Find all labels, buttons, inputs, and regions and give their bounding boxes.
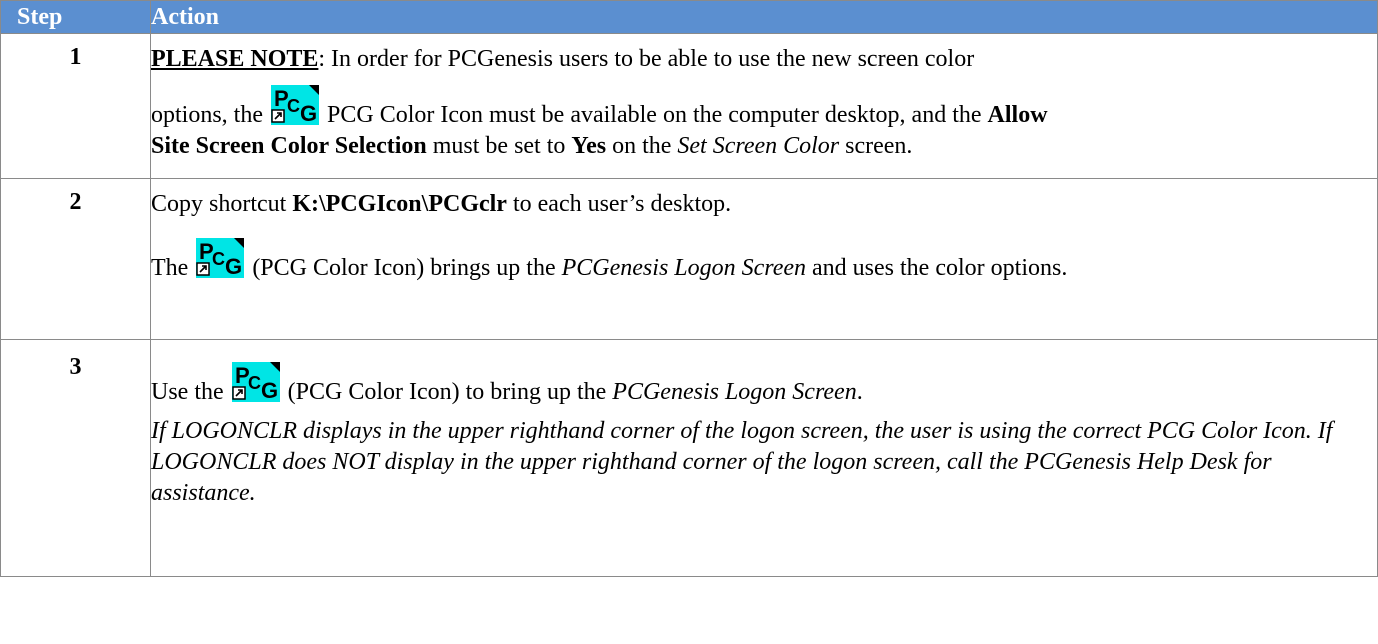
step2-italic-logon: PCGenesis Logon Screen <box>561 255 807 281</box>
steps-table: Step Action 1 PLEASE NOTE: In order for … <box>0 0 1378 577</box>
step1-paragraph: PLEASE NOTE: In order for PCGenesis user… <box>151 44 1377 75</box>
step2-paragraph-a: Copy shortcut K:\PCGIcon\PCGclr to each … <box>151 189 1377 220</box>
step2-text-d: (PCG Color Icon) brings up the <box>246 255 562 281</box>
table-row: 1 PLEASE NOTE: In order for PCGenesis us… <box>0 33 1378 179</box>
step1-text-e: on the <box>606 133 678 159</box>
step3-text-a: Use the <box>151 379 230 405</box>
step1-bold-setting: Site Screen Color Selection <box>151 133 427 159</box>
step1-bold-yes: Yes <box>571 133 607 159</box>
table-row: 2 Copy shortcut K:\PCGIcon\PCGclr to eac… <box>0 178 1378 340</box>
svg-text:C: C <box>248 373 261 393</box>
pcg-color-icon: PCG <box>196 238 245 278</box>
step2-text-c: The <box>151 255 195 281</box>
step1-text-a: : In order for PCGenesis users to be abl… <box>318 46 975 72</box>
table-header-row: Step Action <box>0 0 1378 34</box>
svg-text:G: G <box>261 378 278 402</box>
step2-text-a: Copy shortcut <box>151 191 293 217</box>
step3-paragraph-b: If LOGONCLR displays in the upper righth… <box>151 416 1377 509</box>
step3-text-c: . <box>856 379 863 405</box>
step-number-cell: 3 <box>0 339 151 577</box>
step1-text-b: options, the <box>151 102 269 128</box>
pcg-color-icon: PCG <box>231 362 280 402</box>
shortcut-path: K:\PCGIcon\PCGclr <box>292 191 507 217</box>
step3-paragraph-a: Use the PCG (PCG Color Icon) to bring up… <box>151 362 1377 408</box>
column-header-action: Action <box>150 0 1378 34</box>
step1-text-f: screen. <box>839 133 913 159</box>
svg-text:G: G <box>225 254 242 278</box>
step1-text-d: must be set to <box>426 133 572 159</box>
step-number: 3 <box>69 354 82 380</box>
action-cell: Use the PCG (PCG Color Icon) to bring up… <box>150 339 1378 577</box>
step1-paragraph-cont: options, the PCG PCG Color Icon must be … <box>151 85 1377 162</box>
svg-text:C: C <box>287 96 300 116</box>
step3-text-b: (PCG Color Icon) to bring up the <box>281 379 613 405</box>
step3-italic-logon: PCGenesis Logon Screen <box>612 379 857 405</box>
step1-italic-screen: Set Screen Color <box>677 133 840 159</box>
step2-paragraph-b: The PCG (PCG Color Icon) brings up the P… <box>151 238 1377 284</box>
table-row: 3 Use the PCG (PCG Color Icon) to bring … <box>0 339 1378 577</box>
step1-bold-allow: Allow <box>987 102 1048 128</box>
please-note-label: PLEASE NOTE <box>151 46 319 72</box>
step3-italic-note: If LOGONCLR displays in the upper righth… <box>151 418 1333 506</box>
step-number: 2 <box>69 189 82 215</box>
step2-text-b: to each user’s desktop. <box>506 191 732 217</box>
action-cell: Copy shortcut K:\PCGIcon\PCGclr to each … <box>150 178 1378 340</box>
column-header-step: Step <box>0 0 151 34</box>
pcg-color-icon: PCG <box>271 85 319 125</box>
step-number-cell: 2 <box>0 178 151 340</box>
svg-text:C: C <box>212 249 225 269</box>
step2-text-e: and uses the color options. <box>806 255 1068 281</box>
svg-text:G: G <box>300 101 317 125</box>
step-number: 1 <box>69 44 82 70</box>
step-number-cell: 1 <box>0 33 151 179</box>
step1-text-c: PCG Color Icon must be available on the … <box>321 102 988 128</box>
action-cell: PLEASE NOTE: In order for PCGenesis user… <box>150 33 1378 179</box>
